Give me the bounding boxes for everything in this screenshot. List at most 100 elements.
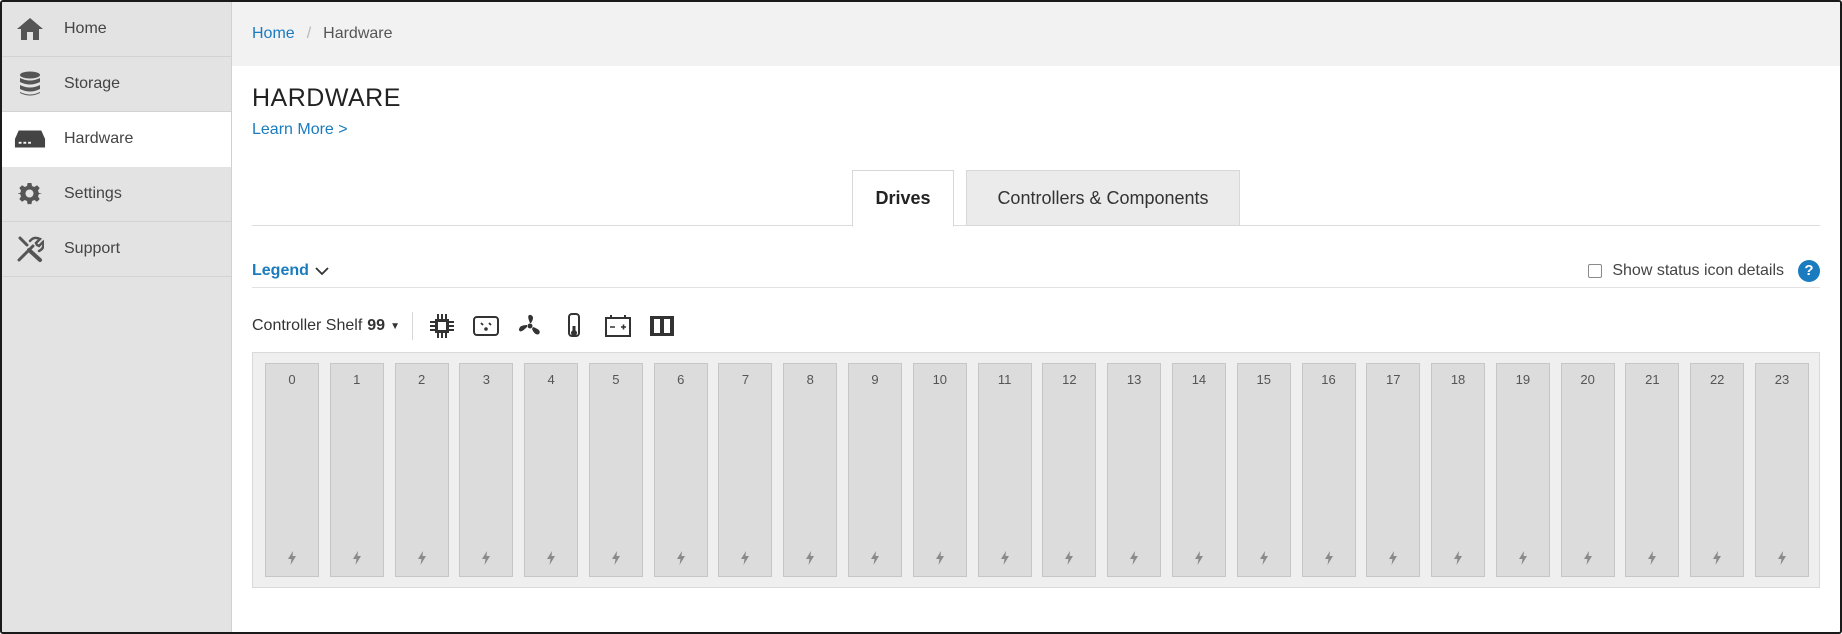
drive-bay[interactable]: 18 [1431, 363, 1486, 577]
breadcrumb-current: Hardware [323, 25, 393, 42]
main-content: Home / Hardware HARDWARE Learn More > Dr… [232, 2, 1840, 632]
power-bolt-icon [1238, 551, 1290, 570]
sidebar-item-storage[interactable]: Storage [2, 57, 231, 112]
drive-bay[interactable]: 8 [783, 363, 838, 577]
app-window: Home Storage Hardware Settings Support H… [0, 0, 1842, 634]
sidebar-item-label: Support [64, 240, 121, 257]
caret-down-icon: ▼ [390, 320, 400, 332]
drive-bay[interactable]: 3 [459, 363, 514, 577]
drive-bay[interactable]: 4 [524, 363, 579, 577]
drive-bay-number: 10 [932, 372, 948, 387]
tab-controllers-components[interactable]: Controllers & Components [966, 170, 1240, 226]
power-bolt-icon [1173, 551, 1225, 570]
drive-bay[interactable]: 23 [1754, 363, 1809, 577]
learn-more-link[interactable]: Learn More > [252, 121, 348, 139]
drive-bay-number: 11 [997, 372, 1012, 387]
tools-icon [14, 235, 46, 263]
drive-bay-number: 6 [677, 372, 685, 387]
page-header: HARDWARE Learn More > [232, 66, 1840, 139]
shelf-selector[interactable]: Controller Shelf 99 ▼ [252, 312, 413, 340]
gear-icon [14, 180, 46, 208]
fan-icon[interactable] [515, 311, 545, 341]
drive-bay[interactable]: 9 [848, 363, 903, 577]
power-bolt-icon [590, 551, 642, 570]
drive-bay[interactable]: 13 [1107, 363, 1162, 577]
breadcrumb-separator: / [306, 25, 312, 42]
drive-bay-number: 8 [806, 372, 814, 387]
drive-bay-number: 18 [1450, 372, 1466, 387]
show-status-option: Show status icon details ? [1588, 259, 1820, 282]
drive-bay[interactable]: 11 [977, 363, 1032, 577]
drive-bay-number: 4 [547, 372, 555, 387]
shelf-label: Controller Shelf [252, 317, 363, 334]
chip-icon[interactable] [427, 311, 457, 341]
drive-bay[interactable]: 14 [1171, 363, 1226, 577]
shelf-toolbar: Controller Shelf 99 ▼ [252, 310, 677, 342]
power-bolt-icon [1562, 551, 1614, 570]
tab-drives[interactable]: Drives [852, 170, 954, 227]
drive-bay-number: 12 [1062, 372, 1077, 387]
drive-bay-number: 16 [1321, 372, 1336, 387]
power-bolt-icon [1303, 551, 1355, 570]
drive-bay-number: 19 [1515, 372, 1531, 387]
drive-bay[interactable]: 7 [718, 363, 773, 577]
sidebar: Home Storage Hardware Settings Support [2, 2, 232, 632]
controllers-icon[interactable] [647, 311, 677, 341]
drive-bay[interactable]: 19 [1495, 363, 1550, 577]
drive-bay-number: 9 [871, 372, 879, 387]
breadcrumb-home-link[interactable]: Home [252, 25, 295, 43]
power-bolt-icon [849, 551, 901, 570]
power-bolt-icon [266, 551, 318, 570]
drive-bay[interactable]: 21 [1625, 363, 1680, 577]
drive-bay-number: 20 [1580, 372, 1595, 387]
drive-bay[interactable]: 6 [653, 363, 708, 577]
drive-bay[interactable]: 17 [1366, 363, 1421, 577]
drive-bay[interactable]: 1 [329, 363, 384, 577]
drive-bay[interactable]: 10 [912, 363, 967, 577]
show-status-label: Show status icon details [1612, 261, 1784, 279]
sidebar-item-settings[interactable]: Settings [2, 167, 231, 222]
drive-bay-number: 0 [288, 372, 296, 387]
help-icon[interactable]: ? [1798, 259, 1820, 282]
drive-bay-number: 14 [1191, 372, 1207, 387]
shelf-number: 99 [367, 317, 386, 334]
drive-bay[interactable]: 0 [265, 363, 319, 577]
power-bolt-icon [525, 551, 577, 570]
power-bolt-icon [914, 551, 966, 570]
power-bolt-icon [655, 551, 707, 570]
sidebar-item-support[interactable]: Support [2, 222, 231, 277]
drive-bay[interactable]: 12 [1042, 363, 1097, 577]
power-bolt-icon [784, 551, 836, 570]
drive-bay-number: 21 [1645, 372, 1660, 387]
sidebar-item-home[interactable]: Home [2, 2, 231, 57]
database-icon [14, 70, 46, 98]
drive-bay[interactable]: 22 [1690, 363, 1745, 577]
hardware-icon [14, 125, 46, 153]
battery-icon[interactable] [603, 311, 633, 341]
show-status-checkbox[interactable] [1588, 263, 1603, 278]
breadcrumb: Home / Hardware [232, 2, 1840, 66]
power-bolt-icon [1367, 551, 1419, 570]
drive-bay[interactable]: 15 [1236, 363, 1291, 577]
drive-bay-number: 7 [741, 372, 750, 387]
tab-bar: Drives Controllers & Components [252, 170, 1820, 227]
drive-bay-number: 3 [482, 372, 490, 387]
power-supply-icon[interactable] [471, 311, 501, 341]
drive-bay[interactable]: 5 [588, 363, 643, 577]
sidebar-item-hardware[interactable]: Hardware [2, 112, 231, 167]
drive-bay-number: 13 [1126, 372, 1142, 387]
drive-bay[interactable]: 20 [1560, 363, 1615, 577]
drive-bays: 0 1 2 3 4 5 6 7 8 9 10 11 12 13 14 15 16 17 18 19 20 21 22 23 [265, 363, 1809, 577]
drive-bay[interactable]: 2 [394, 363, 449, 577]
drive-bay-number: 5 [612, 372, 620, 387]
sidebar-item-label: Home [64, 20, 107, 37]
drive-bay-number: 2 [417, 372, 426, 387]
thermometer-icon[interactable] [559, 311, 589, 341]
legend-toggle[interactable]: Legend [252, 262, 329, 280]
drive-bay-number: 17 [1386, 372, 1401, 387]
drive-bay[interactable]: 16 [1301, 363, 1356, 577]
chevron-down-icon [315, 266, 329, 275]
sidebar-item-label: Storage [64, 75, 121, 92]
page-title: HARDWARE [252, 84, 401, 112]
power-bolt-icon [331, 551, 383, 570]
